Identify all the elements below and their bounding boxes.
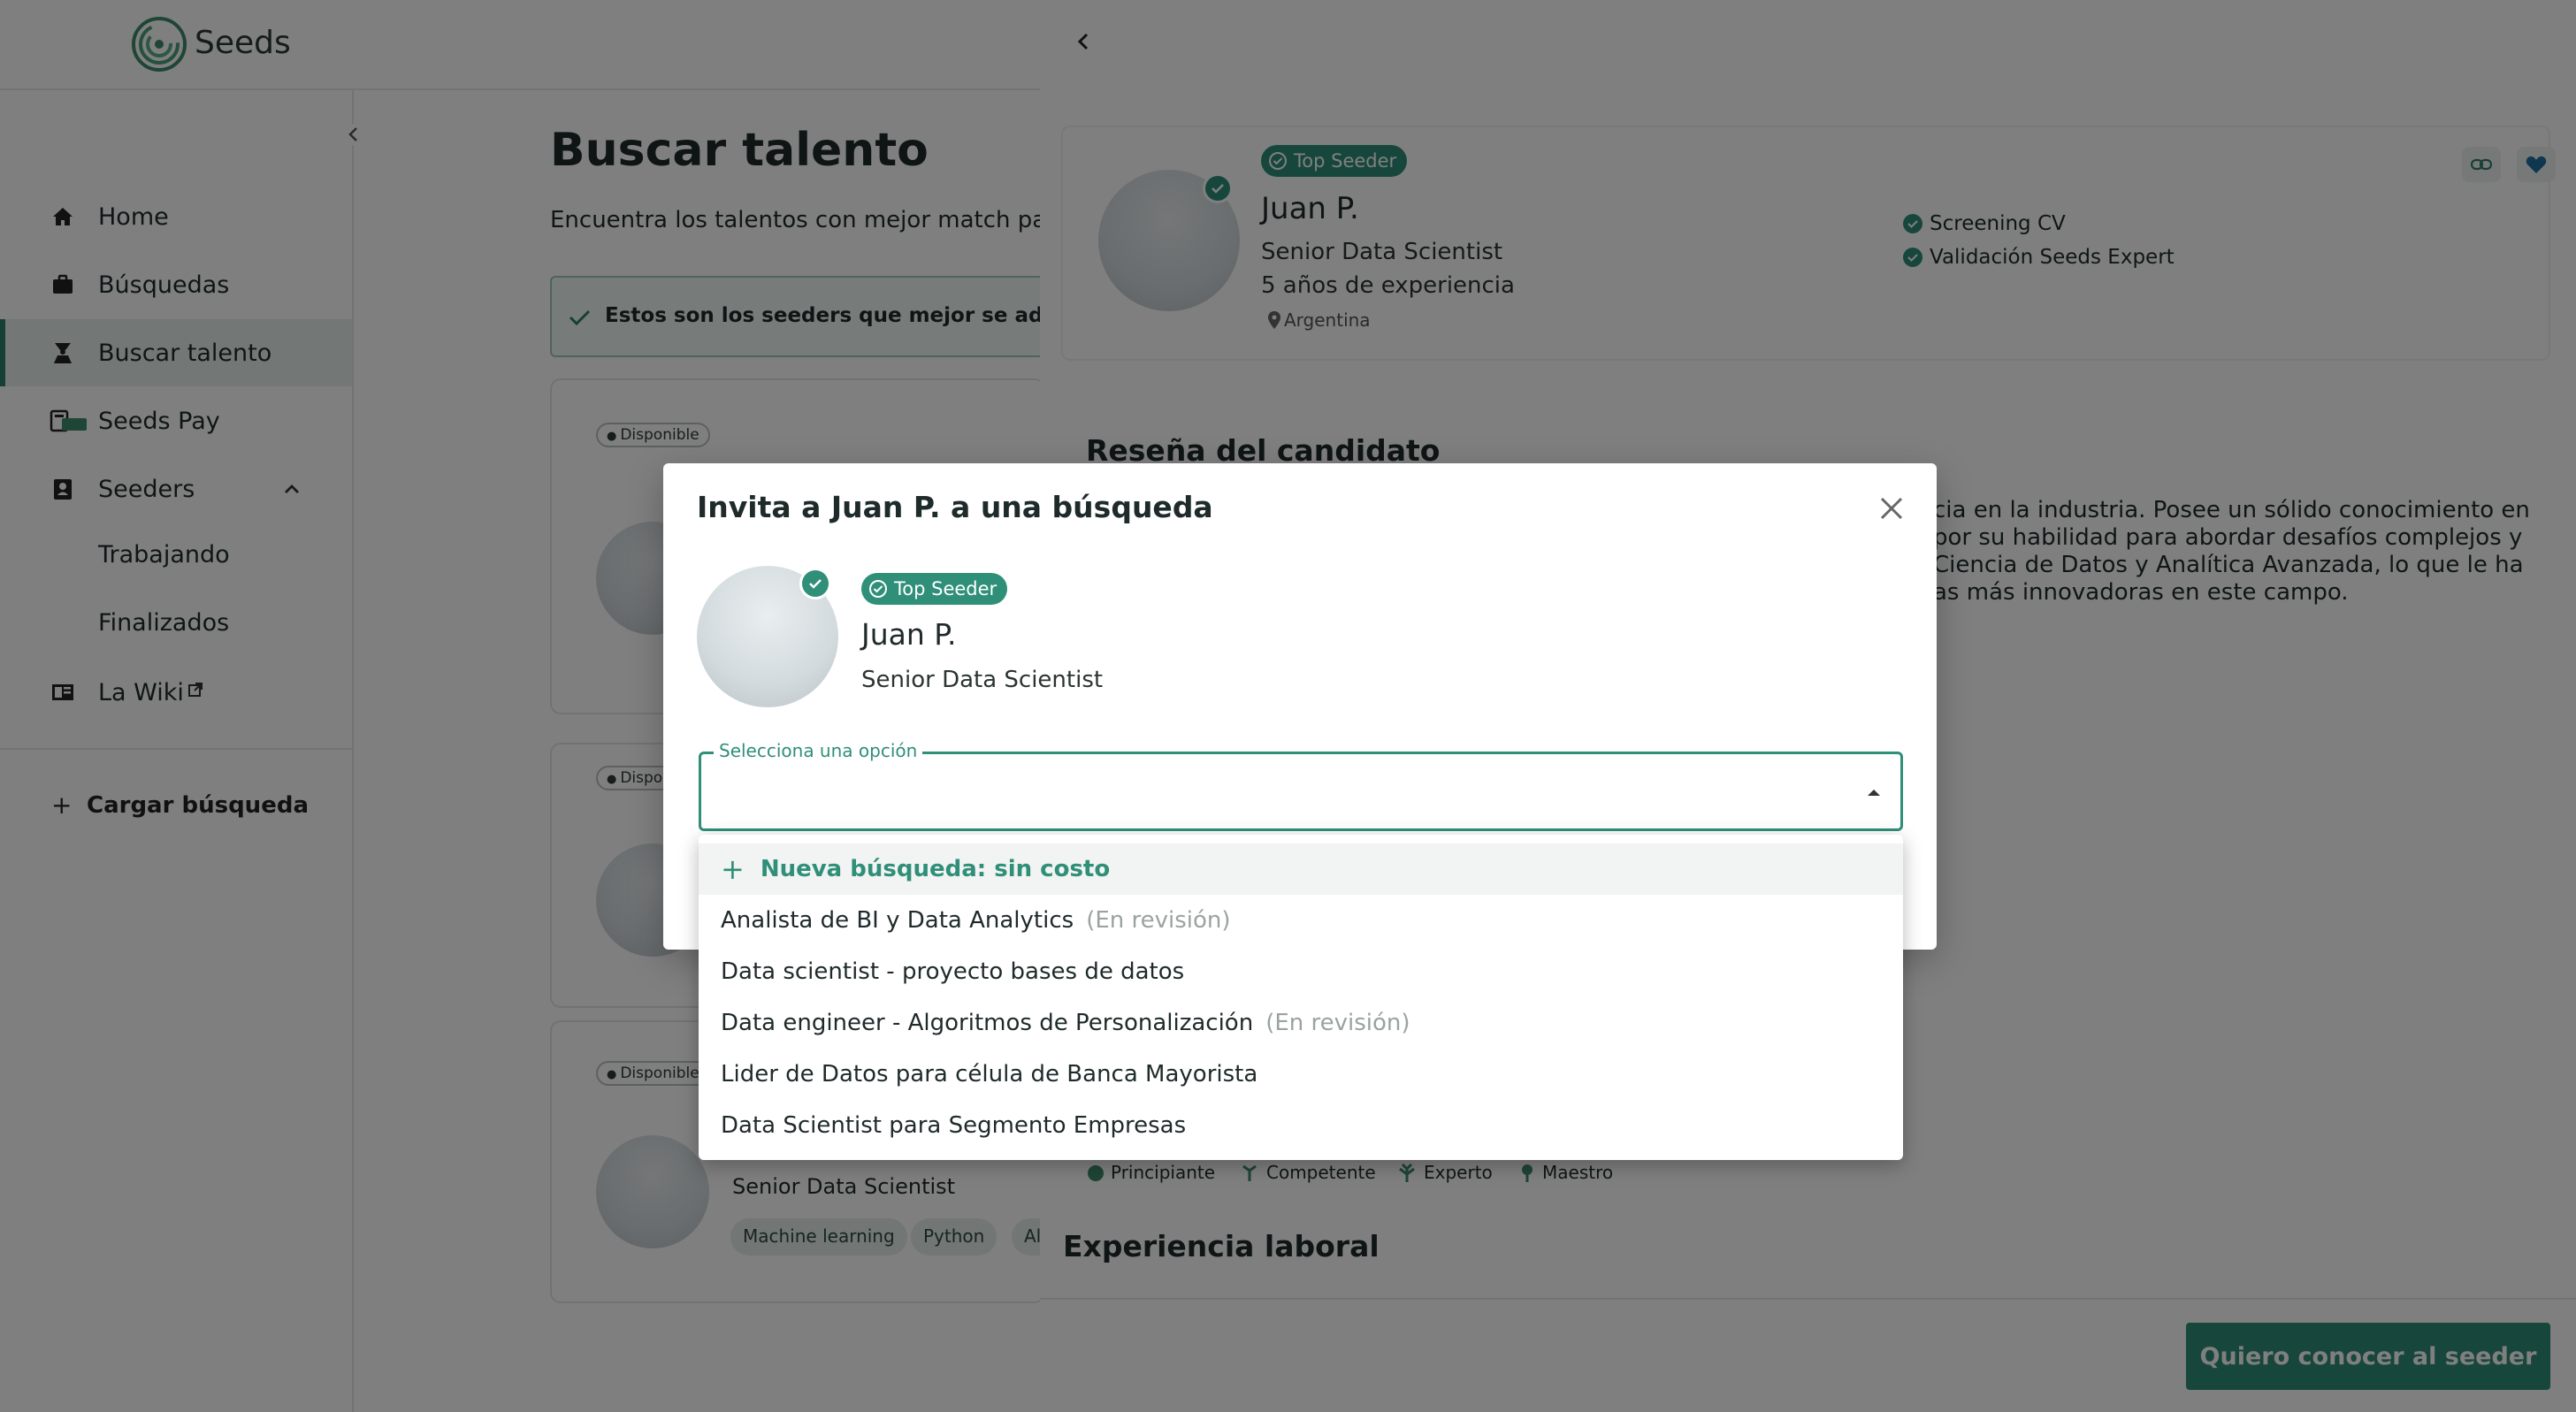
option-label: Analista de BI y Data Analytics bbox=[721, 907, 1074, 934]
caret-up-icon[interactable] bbox=[1867, 788, 1881, 797]
plus-icon: + bbox=[721, 852, 745, 886]
option-status-tag: (En revisión) bbox=[1265, 1010, 1410, 1036]
select-label: Selecciona una opción bbox=[714, 740, 923, 761]
verified-badge-icon bbox=[869, 580, 887, 598]
option-label: Lider de Datos para célula de Banca Mayo… bbox=[721, 1061, 1258, 1088]
badge-label: Top Seeder bbox=[894, 578, 998, 599]
top-seeder-badge: Top Seeder bbox=[861, 573, 1008, 605]
option-item[interactable]: Analista de BI y Data Analytics (En revi… bbox=[699, 895, 1903, 946]
close-icon[interactable] bbox=[1878, 495, 1905, 522]
option-item[interactable]: Lider de Datos para célula de Banca Mayo… bbox=[699, 1049, 1903, 1100]
search-select[interactable]: Selecciona una opción bbox=[699, 740, 1903, 831]
option-status-tag: (En revisión) bbox=[1086, 907, 1231, 934]
option-label: Data scientist - proyecto bases de datos bbox=[721, 958, 1185, 985]
verified-icon bbox=[799, 568, 831, 599]
option-label: Nueva búsqueda: sin costo bbox=[760, 856, 1111, 882]
option-item[interactable]: Data Scientist para Segmento Empresas bbox=[699, 1100, 1903, 1151]
candidate-role: Senior Data Scientist bbox=[861, 667, 1104, 693]
option-new-search[interactable]: + Nueva búsqueda: sin costo bbox=[699, 843, 1903, 895]
option-label: Data engineer - Algoritmos de Personaliz… bbox=[721, 1010, 1254, 1036]
modal-title: Invita a Juan P. a una búsqueda bbox=[697, 490, 1213, 524]
option-item[interactable]: Data engineer - Algoritmos de Personaliz… bbox=[699, 997, 1903, 1049]
search-options-list: + Nueva búsqueda: sin costo Analista de … bbox=[699, 835, 1903, 1160]
option-item[interactable]: Data scientist - proyecto bases de datos bbox=[699, 946, 1903, 997]
candidate-name: Juan P. bbox=[861, 617, 957, 652]
option-label: Data Scientist para Segmento Empresas bbox=[721, 1112, 1187, 1139]
